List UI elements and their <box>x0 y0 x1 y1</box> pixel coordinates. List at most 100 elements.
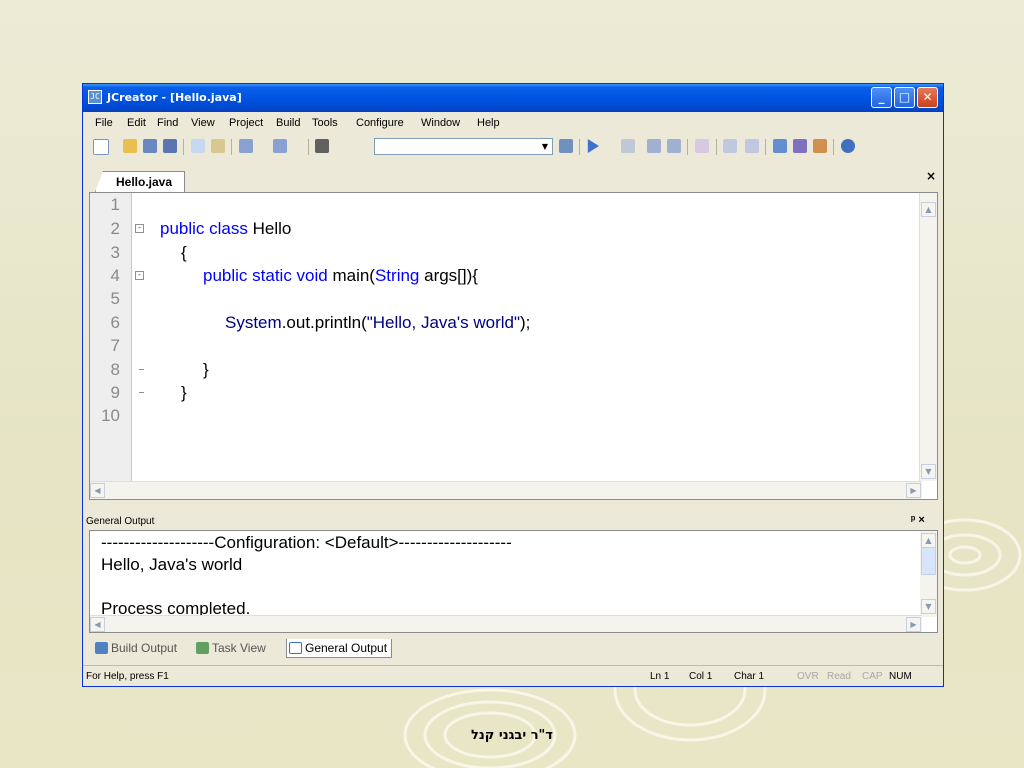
save-all-icon[interactable] <box>163 139 177 153</box>
back-arrow-icon[interactable] <box>723 139 737 153</box>
build-project-icon[interactable] <box>647 139 661 153</box>
class-name: System <box>225 313 282 332</box>
editor-vertical-scrollbar[interactable]: ▲ ▼ <box>919 193 937 481</box>
general-output-icon <box>289 642 302 654</box>
scroll-right-icon[interactable]: ▶ <box>906 483 921 498</box>
keyword: String <box>374 266 420 285</box>
menu-configure[interactable]: Configure <box>356 117 404 129</box>
tab-hello-java[interactable]: Hello.java <box>95 171 186 192</box>
string-literal: "Hello, Java's world" <box>366 313 520 332</box>
maximize-button[interactable]: □ <box>894 87 915 108</box>
line-number: 2 <box>110 219 120 238</box>
code-line-4: public static void main(String args[]){ <box>203 266 478 286</box>
line-number: 7 <box>110 336 120 355</box>
tab-label: Build Output <box>111 641 178 655</box>
output-horizontal-scrollbar[interactable]: ◀ ▶ <box>90 615 922 632</box>
window-title: JCreator - [Hello.java] <box>107 91 242 104</box>
stop-build-icon[interactable] <box>695 139 709 153</box>
code-editor[interactable]: 1 2 3 4 5 6 7 8 9 10 - - public class He… <box>89 192 938 500</box>
menu-find[interactable]: Find <box>157 117 178 129</box>
code-text: ); <box>520 313 531 332</box>
redo-icon[interactable] <box>273 139 287 153</box>
close-button[interactable]: ✕ <box>917 87 938 108</box>
code-text: main( <box>327 266 375 285</box>
forward-arrow-icon[interactable] <box>745 139 759 153</box>
menu-edit[interactable]: Edit <box>127 117 146 129</box>
scroll-down-icon[interactable]: ▼ <box>921 464 936 479</box>
find-binoculars-icon[interactable] <box>315 139 329 153</box>
line-number: 10 <box>101 406 120 425</box>
general-output-panel[interactable]: --------------------Configuration: <Defa… <box>89 530 938 633</box>
copy-icon[interactable] <box>191 139 205 153</box>
status-help-text: For Help, press F1 <box>86 671 169 682</box>
jcreator-window: JC JCreator - [Hello.java] _ □ ✕ File Ed… <box>82 83 944 687</box>
document-tab-bar: Hello.java × <box>83 164 943 192</box>
panel-pin-close-icon[interactable]: ᵖ × <box>911 514 925 526</box>
new-file-icon[interactable] <box>93 139 109 155</box>
menu-tools[interactable]: Tools <box>312 117 338 129</box>
tab-label: General Output <box>305 641 388 655</box>
classview-icon[interactable] <box>793 139 807 153</box>
rebuild-icon[interactable] <box>667 139 681 153</box>
menu-window[interactable]: Window <box>421 117 460 129</box>
chevron-down-icon[interactable]: ▼ <box>539 140 551 153</box>
scroll-up-icon[interactable]: ▲ <box>921 533 936 548</box>
line-number: 5 <box>110 289 120 308</box>
find-in-files-icon[interactable] <box>559 139 573 153</box>
scroll-up-icon[interactable]: ▲ <box>921 202 936 217</box>
tab-task-view[interactable]: Task View <box>194 639 266 657</box>
open-folder-icon[interactable] <box>123 139 137 153</box>
scroll-right-icon[interactable]: ▶ <box>906 617 921 632</box>
find-combo[interactable]: ▼ <box>374 138 553 155</box>
fold-toggle-icon[interactable]: - <box>135 224 144 233</box>
fold-end-marker <box>139 369 144 370</box>
scroll-thumb[interactable] <box>921 547 936 575</box>
slide-footer-author: ד"ר יבגני קנל <box>471 728 553 743</box>
scroll-down-icon[interactable]: ▼ <box>921 599 936 614</box>
menu-bar: File Edit Find View Project Build Tools … <box>83 112 943 132</box>
undo-icon[interactable] <box>239 139 253 153</box>
menu-view[interactable]: View <box>191 117 215 129</box>
status-column: Col 1 <box>689 671 713 682</box>
menu-file[interactable]: File <box>95 117 113 129</box>
output-line: Hello, Java's world <box>101 555 243 574</box>
line-number-gutter: 1 2 3 4 5 6 7 8 9 10 <box>90 193 132 481</box>
output-vertical-scrollbar[interactable]: ▲ ▼ <box>920 531 937 617</box>
scroll-left-icon[interactable]: ◀ <box>90 483 105 498</box>
properties-icon[interactable] <box>813 139 827 153</box>
code-line-8: } <box>203 360 209 379</box>
editor-horizontal-scrollbar[interactable]: ◀ ▶ <box>90 481 922 499</box>
tab-build-output[interactable]: Build Output <box>93 639 177 657</box>
code-line-2: public class Hello <box>160 219 291 239</box>
fold-toggle-icon[interactable]: - <box>135 271 144 280</box>
line-number: 3 <box>110 243 120 262</box>
title-bar[interactable]: JC JCreator - [Hello.java] _ □ ✕ <box>83 84 943 112</box>
status-line: Ln 1 <box>650 671 670 682</box>
menu-help[interactable]: Help <box>477 117 500 129</box>
menu-build[interactable]: Build <box>276 117 300 129</box>
jcreator-app-icon[interactable]: JC <box>88 90 102 104</box>
code-text: args[]){ <box>419 266 478 285</box>
compile-file-icon[interactable] <box>621 139 635 153</box>
status-num: NUM <box>889 671 912 682</box>
code-line-3: { <box>181 243 187 262</box>
help-icon[interactable] <box>841 139 855 153</box>
minimize-button[interactable]: _ <box>871 87 892 108</box>
tab-close-icon[interactable]: × <box>926 169 936 183</box>
code-line-6: System.out.println("Hello, Java's world"… <box>225 313 530 333</box>
output-panel-header: General Output ᵖ × <box>83 513 943 529</box>
status-ovr: OVR <box>797 671 819 682</box>
run-icon[interactable] <box>587 139 599 153</box>
tab-general-output[interactable]: General Output <box>286 639 393 658</box>
line-number: 8 <box>110 360 120 379</box>
line-number: 9 <box>110 383 120 402</box>
fold-end-marker <box>139 392 144 393</box>
menu-project[interactable]: Project <box>229 117 263 129</box>
task-view-icon <box>196 642 209 654</box>
output-panel-title: General Output <box>86 516 155 527</box>
scroll-left-icon[interactable]: ◀ <box>90 617 105 632</box>
save-icon[interactable] <box>143 139 157 153</box>
paste-icon[interactable] <box>211 139 225 153</box>
workspace-icon[interactable] <box>773 139 787 153</box>
line-number: 1 <box>110 195 120 214</box>
